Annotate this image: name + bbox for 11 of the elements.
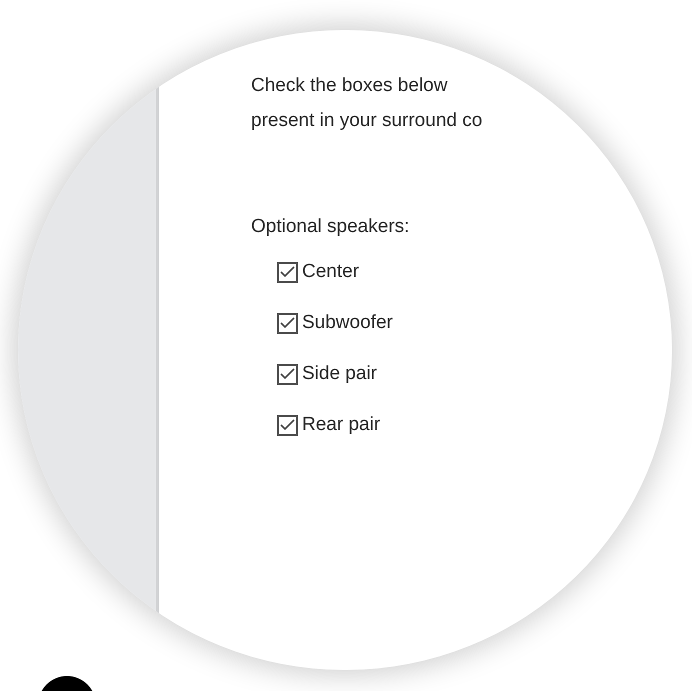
- optional-speakers-label: Optional speakers:: [251, 216, 410, 238]
- speaker-label: Side pair: [302, 363, 377, 385]
- speaker-label: Subwoofer: [302, 312, 393, 334]
- instruction-text: present in your surround co: [251, 109, 482, 133]
- speaker-checkbox[interactable]: [277, 364, 298, 384]
- speaker-checkbox[interactable]: [277, 414, 298, 436]
- instruction-text: Check the boxes below: [251, 74, 448, 98]
- speaker-checkbox[interactable]: [277, 312, 298, 334]
- speaker-label: Rear pair: [302, 414, 380, 436]
- speaker-checkbox[interactable]: [277, 262, 298, 282]
- speaker-label: Center: [302, 261, 360, 283]
